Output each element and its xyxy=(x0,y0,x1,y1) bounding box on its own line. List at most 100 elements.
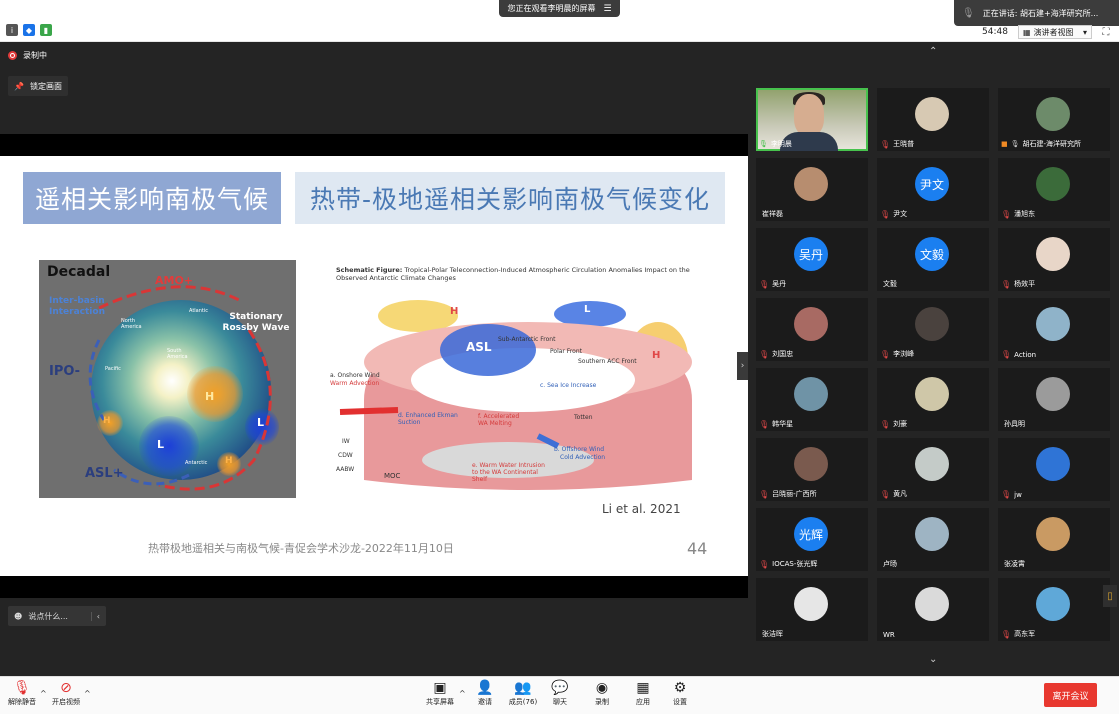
participant-tile[interactable]: 张凌霄 xyxy=(998,508,1110,571)
participant-name: 文毅 xyxy=(880,279,897,289)
participant-name: 🎙 IOCAS-张光辉 xyxy=(759,559,817,569)
apps-button[interactable]: ▦ 应用 xyxy=(625,680,661,712)
video-options-caret[interactable]: ^ xyxy=(84,689,91,698)
participant-tile[interactable]: WR xyxy=(877,578,989,641)
chevron-up-icon[interactable]: ⌃ xyxy=(929,46,937,57)
collapse-gallery-button[interactable]: › xyxy=(737,352,748,380)
participant-name-text: 崔祥磊 xyxy=(762,210,783,218)
avatar: 尹文 xyxy=(915,167,949,201)
gear-icon: ⚙ xyxy=(673,680,687,696)
participant-tile[interactable]: 张洁晖 xyxy=(756,578,868,641)
participant-name-text: 李明晨 xyxy=(770,140,792,148)
participant-tile[interactable]: 🎙 黄凡 xyxy=(877,438,989,501)
microphone-icon: 🎙 xyxy=(1010,140,1020,148)
muted-microphone-icon: 🎙 xyxy=(13,680,31,696)
participant-tile[interactable]: 🎙 杨效平 xyxy=(998,228,1110,291)
ekman-suction-label: d. Enhanced Ekman Suction xyxy=(398,412,458,426)
iw-label: IW xyxy=(342,438,350,445)
pacific-label: Pacific xyxy=(105,366,121,372)
participant-tile[interactable]: 卢旸 xyxy=(877,508,989,571)
chat-button[interactable]: 💬 聊天 xyxy=(542,680,578,712)
invite-button[interactable]: 👤 邀请 xyxy=(467,680,503,712)
chat-label: 聊天 xyxy=(553,698,567,706)
participant-tile[interactable]: 🎙 吕晓丽-广西所 xyxy=(756,438,868,501)
layout-icon: ▦ xyxy=(1023,27,1031,37)
chevron-down-icon[interactable]: ⌄ xyxy=(929,654,937,665)
participant-tile[interactable]: 🎙 韩华星 xyxy=(756,368,868,431)
unmute-button[interactable]: 🎙 解除静音 xyxy=(4,680,40,712)
muted-microphone-icon: 🎙 xyxy=(880,209,891,219)
side-panel-toggle[interactable]: ▯ xyxy=(1103,585,1117,607)
view-mode-button[interactable]: ▦ 演讲者视图 ▾ xyxy=(1018,25,1092,39)
participant-name-text: 胡石建-海洋研究所 xyxy=(1022,140,1082,148)
schematic-high-label-right: H xyxy=(652,350,661,361)
participant-tile[interactable]: 🎙 Action xyxy=(998,298,1110,361)
avatar xyxy=(915,307,949,341)
chevron-left-icon[interactable]: ‹ xyxy=(90,611,100,621)
record-icon: ◉ xyxy=(595,680,609,696)
invite-label: 邀请 xyxy=(478,698,492,706)
participant-name: 🎙 Action xyxy=(1001,350,1036,359)
menu-icon[interactable]: ☰ xyxy=(603,4,611,14)
antarctic-label: Antarctic xyxy=(185,460,208,466)
participant-tile[interactable]: 🎙 jw xyxy=(998,438,1110,501)
participant-name: ■ 🎙 胡石建-海洋研究所 xyxy=(1001,139,1081,149)
muted-microphone-icon: 🎙 xyxy=(759,489,770,499)
north-america-label: North America xyxy=(121,318,142,330)
signal-icon[interactable]: ▮ xyxy=(40,24,52,36)
audio-options-caret[interactable]: ^ xyxy=(40,689,47,698)
participant-tile[interactable]: 🎙 刘豪 xyxy=(877,368,989,431)
recording-label: 录制中 xyxy=(23,51,47,60)
leave-meeting-button[interactable]: 离开会议 xyxy=(1044,683,1097,707)
schematic-drawing xyxy=(339,300,692,490)
fullscreen-icon[interactable]: ⛶ xyxy=(1099,25,1113,39)
muted-microphone-icon: 🎙 xyxy=(759,279,770,289)
start-video-button[interactable]: ⊘ 开启视频 xyxy=(48,680,84,712)
participant-tile[interactable]: 孙具明 xyxy=(998,368,1110,431)
participant-tile[interactable]: 尹文 🎙 尹文 xyxy=(877,158,989,221)
settings-label: 设置 xyxy=(673,698,687,706)
settings-button[interactable]: ⚙ 设置 xyxy=(662,680,698,712)
avatar xyxy=(915,97,949,131)
chat-input[interactable]: ☻ 说点什么... ‹ xyxy=(8,606,106,626)
participant-tile[interactable]: 崔祥磊 xyxy=(756,158,868,221)
aabw-label: AABW xyxy=(336,466,355,473)
participant-tile[interactable]: 光辉 🎙 IOCAS-张光辉 xyxy=(756,508,868,571)
info-icon[interactable]: i xyxy=(6,24,18,36)
participant-tile[interactable]: 🎙 王晓普 xyxy=(877,88,989,151)
record-label: 录制 xyxy=(595,698,609,706)
participant-name-text: 文毅 xyxy=(883,280,897,288)
participant-name: 🎙 高东军 xyxy=(1001,629,1035,639)
participant-name: 张凌霄 xyxy=(1001,559,1025,569)
participant-tile[interactable]: 🎙 刘国忠 xyxy=(756,298,868,361)
share-screen-icon: ▣ xyxy=(433,680,447,696)
emoji-icon[interactable]: ☻ xyxy=(14,612,22,621)
participant-tile[interactable]: 文毅 文毅 xyxy=(877,228,989,291)
avatar: 吴丹 xyxy=(794,237,828,271)
participant-tile[interactable]: 🎙 李明晨 xyxy=(756,88,868,151)
share-options-caret[interactable]: ^ xyxy=(459,689,466,698)
shield-icon[interactable]: ◆ xyxy=(23,24,35,36)
screen-share-indicator[interactable]: 您正在观看李明晨的屏幕 ☰ xyxy=(499,0,620,17)
record-dot-icon xyxy=(8,51,17,60)
moc-label: MOC xyxy=(384,472,401,480)
participant-tile[interactable]: 🎙 李浏峰 xyxy=(877,298,989,361)
participant-tile[interactable]: 🎙 潘旭东 xyxy=(998,158,1110,221)
members-icon: 👥 xyxy=(514,680,532,696)
share-screen-button[interactable]: ▣ 共享屏幕 xyxy=(422,680,458,712)
participant-tile[interactable]: 🎙 高东军 xyxy=(998,578,1110,641)
participant-name-text: 孙具明 xyxy=(1004,420,1025,428)
lock-screen-button[interactable]: 📌 锁定画面 xyxy=(8,76,68,96)
record-button[interactable]: ◉ 录制 xyxy=(584,680,620,712)
meeting-toolbar: 🎙 解除静音 ^ ⊘ 开启视频 ^ ▣ 共享屏幕 ^ 👤 邀请 👥 成员(76)… xyxy=(0,676,1119,714)
avatar xyxy=(794,307,828,341)
participant-tile[interactable]: 吴丹 🎙 吴丹 xyxy=(756,228,868,291)
polar-front-label: Polar Front xyxy=(550,348,582,355)
members-button[interactable]: 👥 成员(76) xyxy=(505,680,541,712)
participant-name-text: 张洁晖 xyxy=(762,630,783,638)
recording-indicator[interactable]: 录制中 xyxy=(8,50,47,61)
muted-microphone-icon: 🎙 xyxy=(759,419,770,429)
participant-tile[interactable]: ■ 🎙 胡石建-海洋研究所 xyxy=(998,88,1110,151)
citation: Li et al. 2021 xyxy=(602,502,681,516)
participant-video-face xyxy=(794,94,824,136)
